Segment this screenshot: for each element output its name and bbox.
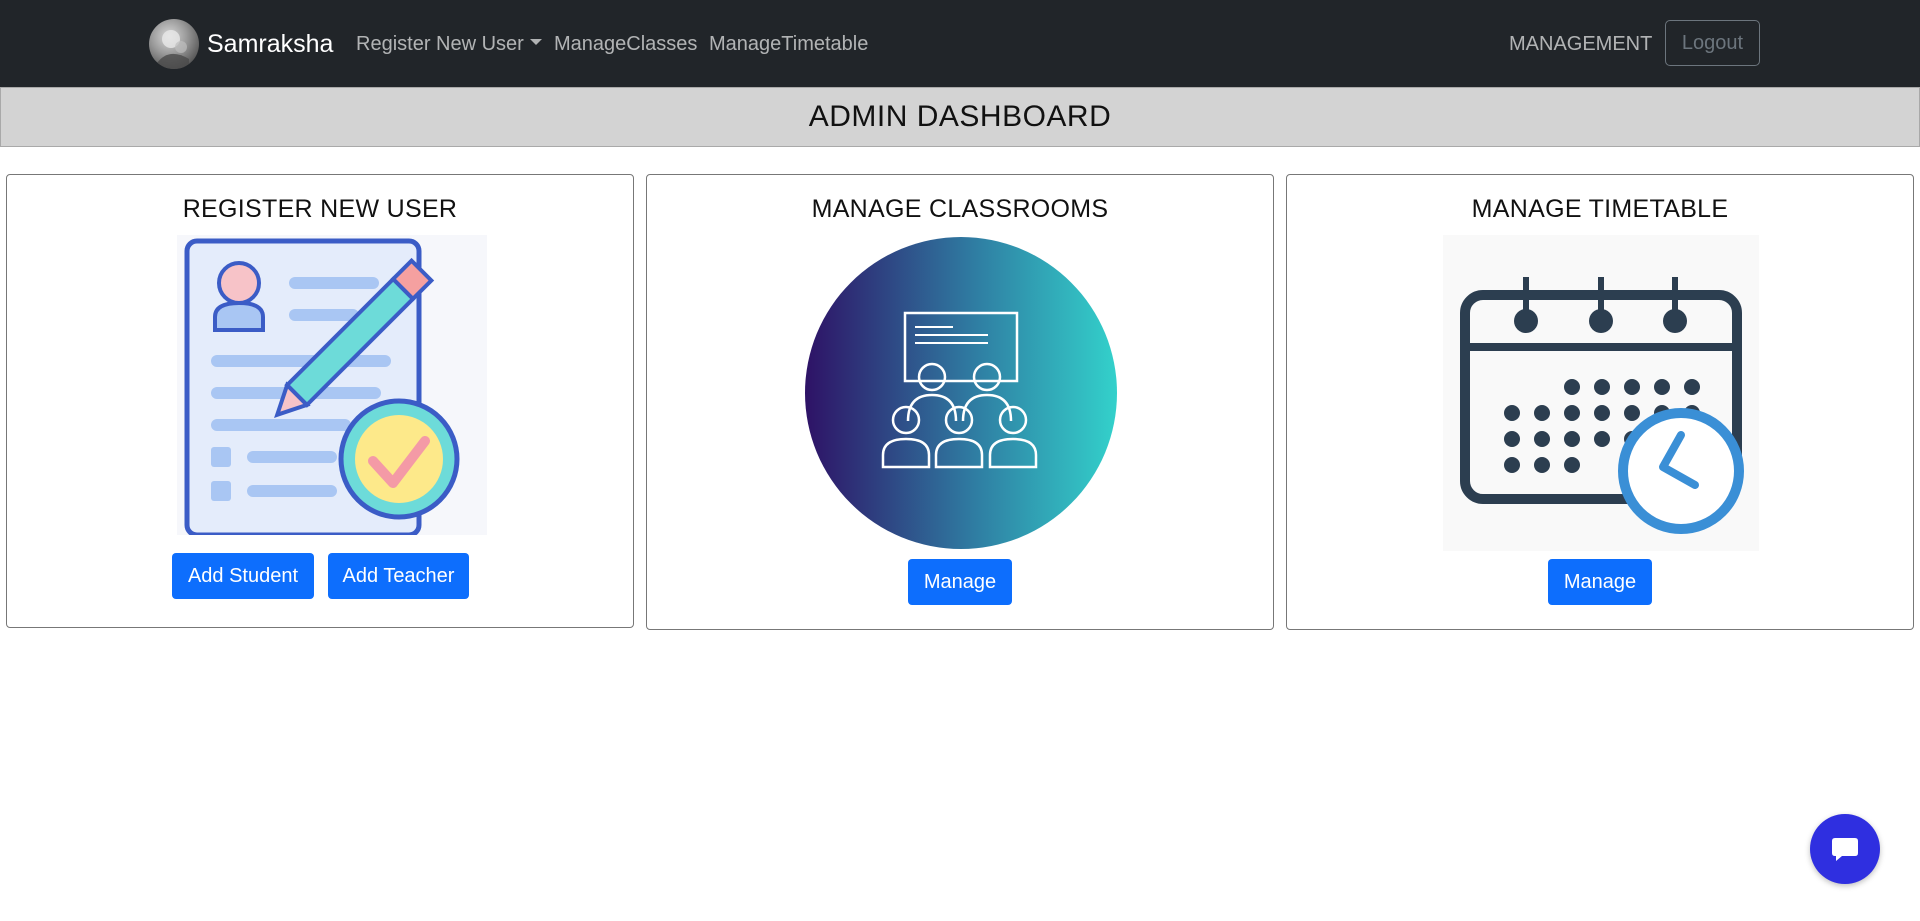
register-card-title: REGISTER NEW USER — [182, 195, 458, 223]
calendar-clock-illustration — [1443, 235, 1759, 551]
nav-manage-timetable[interactable]: ManageTimetable — [709, 30, 868, 58]
chat-bubble-icon — [1832, 838, 1858, 861]
page-title-bar: ADMIN DASHBOARD — [0, 87, 1920, 147]
register-user-card: REGISTER NEW USER Add Student Add Teache… — [6, 174, 634, 628]
add-student-button[interactable]: Add Student — [172, 553, 314, 599]
add-teacher-button[interactable]: Add Teacher — [328, 553, 469, 599]
manage-classrooms-button[interactable]: Manage — [908, 559, 1012, 605]
brand-logo — [149, 19, 199, 69]
brand-name: Samraksha — [207, 29, 334, 58]
page-title: ADMIN DASHBOARD — [808, 100, 1112, 133]
register-user-illustration — [177, 235, 487, 535]
manage-timetable-button[interactable]: Manage — [1548, 559, 1652, 605]
manage-timetable-card: MANAGE TIMETABLE Manage — [1286, 174, 1914, 630]
nav-register-label: Register New User — [356, 33, 524, 55]
classrooms-card-title: MANAGE CLASSROOMS — [811, 195, 1109, 223]
timetable-card-title: MANAGE TIMETABLE — [1471, 195, 1729, 223]
top-navbar: Samraksha Register New User ManageClasse… — [0, 0, 1920, 87]
manage-classrooms-card: MANAGE CLASSROOMS Manage — [646, 174, 1274, 630]
nav-manage-classes[interactable]: ManageClasses — [554, 30, 697, 58]
brand-link[interactable]: Samraksha — [149, 19, 333, 69]
caret-down-icon — [529, 38, 542, 45]
chat-launcher-button[interactable] — [1810, 814, 1880, 884]
nav-register-dropdown[interactable]: Register New User — [356, 30, 542, 58]
logout-button[interactable]: Logout — [1665, 20, 1760, 66]
classroom-illustration — [805, 237, 1117, 549]
nav-role-label: MANAGEMENT — [1509, 33, 1653, 55]
